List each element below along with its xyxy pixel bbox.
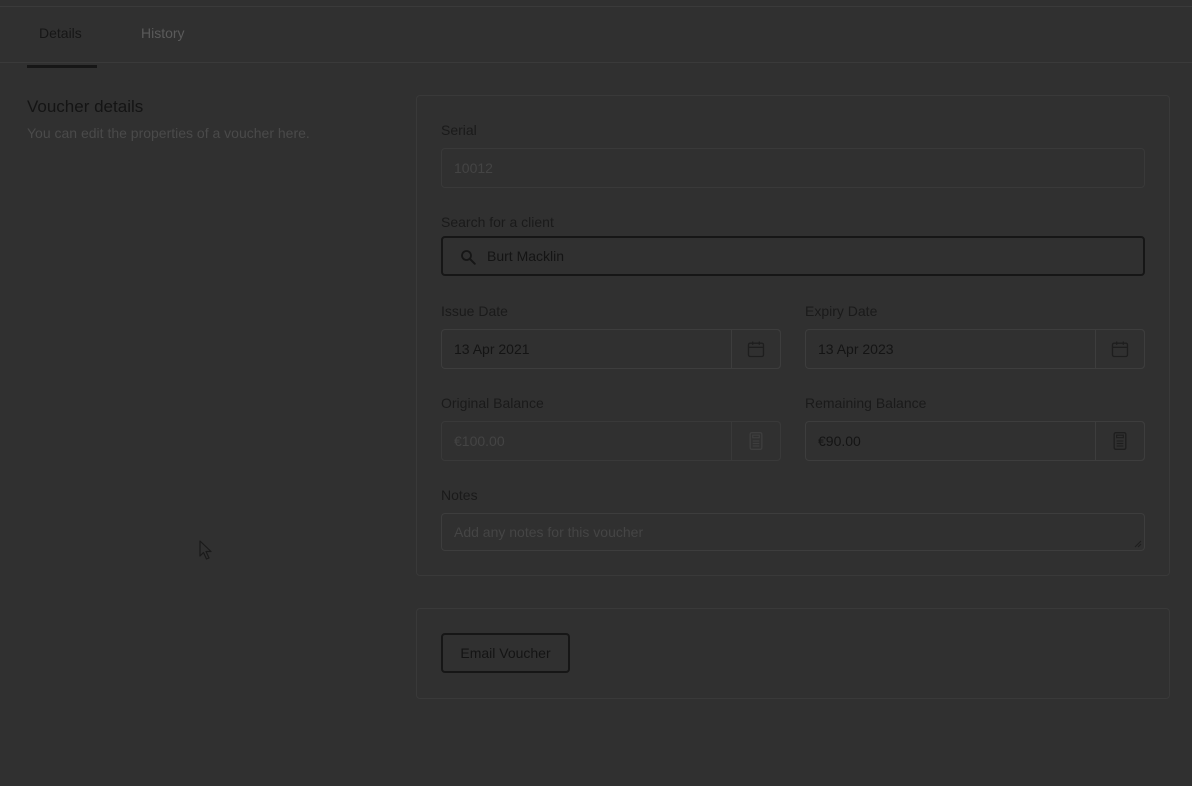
expiry-date-label: Expiry Date [805,303,878,319]
issue-date-input[interactable]: 13 Apr 2021 [441,329,781,369]
expiry-date-picker-button[interactable] [1095,329,1145,369]
original-balance-value: €100.00 [454,433,505,449]
calculator-icon [749,432,763,450]
section-title: Voucher details [27,97,144,116]
calculator-icon [1113,432,1127,450]
original-balance-calculator [731,421,781,461]
original-balance-label: Original Balance [441,395,544,411]
expiry-date-value: 13 Apr 2023 [818,341,894,357]
resize-handle-icon[interactable] [1134,540,1142,548]
section-description: You can edit the properties of a voucher… [27,125,310,141]
tab-bar: Details History [0,7,1192,68]
remaining-balance-label: Remaining Balance [805,395,927,411]
issue-date-value: 13 Apr 2021 [454,341,530,357]
serial-label: Serial [441,122,477,138]
client-search-input[interactable]: Burt Macklin [441,236,1145,276]
issue-date-picker-button[interactable] [731,329,781,369]
serial-field: 10012 [441,148,1145,188]
calendar-icon [1111,341,1129,358]
active-tab-indicator [27,65,97,68]
mouse-cursor-icon [199,540,212,560]
notes-label: Notes [441,487,478,503]
issue-date-label: Issue Date [441,303,508,319]
email-voucher-button[interactable]: Email Voucher [441,633,570,673]
tab-details[interactable]: Details [39,7,82,63]
calendar-icon [747,341,765,358]
notes-placeholder: Add any notes for this voucher [454,524,644,540]
remaining-balance-value: €90.00 [818,433,861,449]
tab-history[interactable]: History [141,7,185,63]
client-search-label: Search for a client [441,214,554,230]
remaining-balance-input[interactable]: €90.00 [805,421,1145,461]
original-balance-input: €100.00 [441,421,781,461]
remaining-balance-calculator-button[interactable] [1095,421,1145,461]
expiry-date-input[interactable]: 13 Apr 2023 [805,329,1145,369]
notes-textarea[interactable]: Add any notes for this voucher [441,513,1145,551]
client-search-value: Burt Macklin [487,248,565,264]
search-icon [461,250,476,265]
serial-value: 10012 [454,160,493,176]
